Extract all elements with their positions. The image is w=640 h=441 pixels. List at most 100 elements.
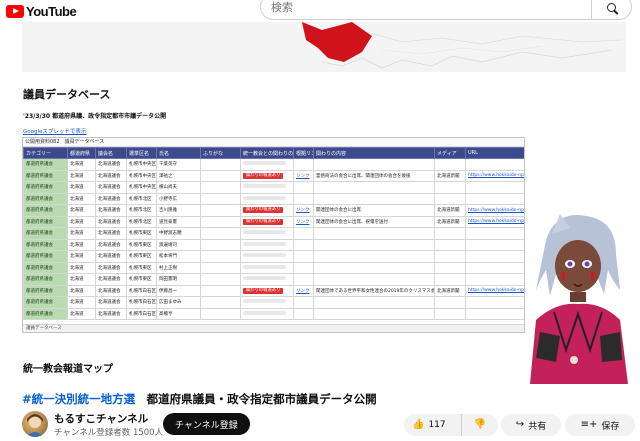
media-cell bbox=[434, 181, 466, 194]
empty-cell-placeholder bbox=[243, 253, 287, 258]
save-button[interactable]: ≡+ 保存 bbox=[565, 414, 635, 436]
district-cell: 札幌市中央区 bbox=[126, 181, 157, 194]
url-cell: https://www.hokkaido-np.co.jp/ bbox=[465, 169, 524, 182]
prefecture-cell: 北海道 bbox=[67, 238, 96, 251]
column-header: 議会名 bbox=[95, 147, 127, 159]
source-link-cell bbox=[293, 296, 314, 309]
assembly-cell: 北海道議会 bbox=[95, 273, 127, 286]
media-cell: 北海道新聞 bbox=[434, 215, 466, 228]
furigana-cell bbox=[200, 296, 241, 309]
spreadsheet-link[interactable]: Googleスプレッドで表示 bbox=[23, 127, 86, 135]
table-row: 都道府県議会 北海道 北海道議会 札幌市中央区 澤祐之 関わりの報道あり リンク 霊感商法の会… bbox=[23, 169, 524, 182]
subscribe-button[interactable]: チャンネル登録 bbox=[163, 413, 250, 435]
content-cell bbox=[313, 273, 435, 286]
media-cell bbox=[434, 273, 466, 286]
search-box bbox=[260, 0, 632, 20]
channel-avatar[interactable] bbox=[22, 411, 48, 437]
media-cell: 北海道新聞 bbox=[434, 204, 466, 217]
media-cell bbox=[434, 238, 466, 251]
source-link[interactable]: リンク bbox=[296, 289, 310, 294]
source-link-cell bbox=[293, 238, 314, 251]
column-header: 統一教会との関わりの有無 bbox=[240, 147, 294, 159]
prefecture-cell: 北海道 bbox=[67, 158, 96, 171]
section-title: 議員データベース bbox=[23, 88, 111, 101]
source-link[interactable]: リンク bbox=[296, 208, 310, 213]
prefecture-cell: 北海道 bbox=[67, 284, 96, 297]
article-url-link[interactable]: https://www.hokkaido-np.co.jp/ bbox=[468, 173, 524, 178]
content-cell bbox=[313, 261, 435, 274]
assembly-cell: 北海道議会 bbox=[95, 250, 127, 263]
url-cell bbox=[465, 192, 524, 205]
furigana-cell bbox=[200, 158, 241, 171]
youtube-logo[interactable]: YouTube bbox=[6, 3, 77, 19]
japan-map-graphic bbox=[302, 22, 623, 69]
content-cell bbox=[313, 238, 435, 251]
source-link-cell bbox=[293, 192, 314, 205]
furigana-cell bbox=[200, 238, 241, 251]
relation-cell bbox=[240, 307, 294, 320]
source-link[interactable]: リンク bbox=[296, 220, 310, 225]
prefecture-cell: 北海道 bbox=[67, 181, 96, 194]
name-cell: 中野渡志穂 bbox=[156, 227, 201, 240]
sheet-footer-tab[interactable]: 議員データベース bbox=[23, 324, 524, 332]
district-cell: 札幌市東区 bbox=[126, 261, 157, 274]
district-cell: 札幌市東区 bbox=[126, 250, 157, 263]
name-cell: 小野寺広 bbox=[156, 192, 201, 205]
table-row: 都道府県議会 北海道 北海道議会 札幌市中央区 千葉英守 bbox=[23, 158, 524, 171]
media-cell bbox=[434, 227, 466, 240]
prefecture-cell: 北海道 bbox=[67, 250, 96, 263]
relation-cell bbox=[240, 192, 294, 205]
name-cell: 澤祐之 bbox=[156, 169, 201, 182]
prefecture-cell: 北海道 bbox=[67, 204, 96, 217]
title-hashtag[interactable]: #統一決別統一地方選 bbox=[22, 392, 135, 406]
prefecture-cell: 北海道 bbox=[67, 215, 96, 228]
furigana-cell bbox=[200, 181, 241, 194]
like-button[interactable]: 👍 117 bbox=[404, 414, 462, 436]
relation-cell: 関わりの報道あり bbox=[240, 215, 294, 228]
district-cell: 札幌市東区 bbox=[126, 273, 157, 286]
source-link-cell bbox=[293, 273, 314, 286]
category-cell: 都道府県議会 bbox=[23, 250, 68, 263]
name-cell: 広田まゆみ bbox=[156, 296, 201, 309]
spreadsheet: 公開用資料082 議員データベース カテゴリー 都道府県 議会名 選挙区名 氏名 ふりがな… bbox=[22, 137, 525, 333]
relation-badge: 関わりの報道あり bbox=[243, 172, 284, 179]
channel-name[interactable]: もるすこチャンネル bbox=[54, 411, 148, 426]
category-cell: 都道府県議会 bbox=[23, 215, 68, 228]
category-cell: 都道府県議会 bbox=[23, 192, 68, 205]
media-cell bbox=[434, 158, 466, 171]
share-button[interactable]: ↪ 共有 bbox=[501, 414, 561, 436]
empty-cell-placeholder bbox=[243, 310, 287, 315]
source-link[interactable]: リンク bbox=[296, 174, 310, 179]
like-dislike-group: 👍 117 👎 bbox=[404, 414, 498, 436]
content-cell: 関連団体である世界平和女性連合の2019年のクリスマス会合に参加 bbox=[313, 284, 435, 297]
content-cell: 霊感商法の会合に出席、関連団体の会合を後援 bbox=[313, 169, 435, 182]
content-cell bbox=[313, 250, 435, 263]
assembly-cell: 北海道議会 bbox=[95, 158, 127, 171]
logo-text: YouTube bbox=[26, 3, 77, 19]
dislike-button[interactable]: 👎 bbox=[462, 414, 498, 436]
prefecture-cell: 北海道 bbox=[67, 296, 96, 309]
table-row: 都道府県議会 北海道 北海道議会 札幌市北区 道見泰憲 関わりの報道あり リンク 関連団体の会… bbox=[23, 215, 524, 228]
furigana-cell bbox=[200, 169, 241, 182]
empty-cell-placeholder bbox=[243, 264, 287, 269]
search-input[interactable] bbox=[261, 0, 591, 14]
assembly-cell: 北海道議会 bbox=[95, 296, 127, 309]
table-row: 都道府県議会 北海道 北海道議会 札幌市東区 村上正樹 bbox=[23, 261, 524, 274]
category-cell: 都道府県議会 bbox=[23, 307, 68, 320]
name-cell: 伊藤昌一 bbox=[156, 284, 201, 297]
category-cell: 都道府県議会 bbox=[23, 227, 68, 240]
name-cell: 道見泰憲 bbox=[156, 215, 201, 228]
column-header: 氏名 bbox=[156, 147, 201, 159]
content-cell: 関連団体の会合に出席 bbox=[313, 204, 435, 217]
masthead: YouTube bbox=[0, 0, 640, 22]
table-header-row: カテゴリー都道府県議会名選挙区名氏名ふりがな統一教会との関わりの有無根拠リンク関… bbox=[23, 147, 524, 159]
assembly-cell: 北海道議会 bbox=[95, 215, 127, 228]
title-text: 都道府県議員・政令指定都市議員データ公開 bbox=[146, 392, 377, 406]
assembly-cell: 北海道議会 bbox=[95, 227, 127, 240]
empty-cell-placeholder bbox=[243, 241, 287, 246]
prefecture-cell: 北海道 bbox=[67, 227, 96, 240]
content-cell bbox=[313, 227, 435, 240]
source-link-cell bbox=[293, 250, 314, 263]
search-button[interactable] bbox=[591, 0, 631, 19]
media-cell bbox=[434, 261, 466, 274]
